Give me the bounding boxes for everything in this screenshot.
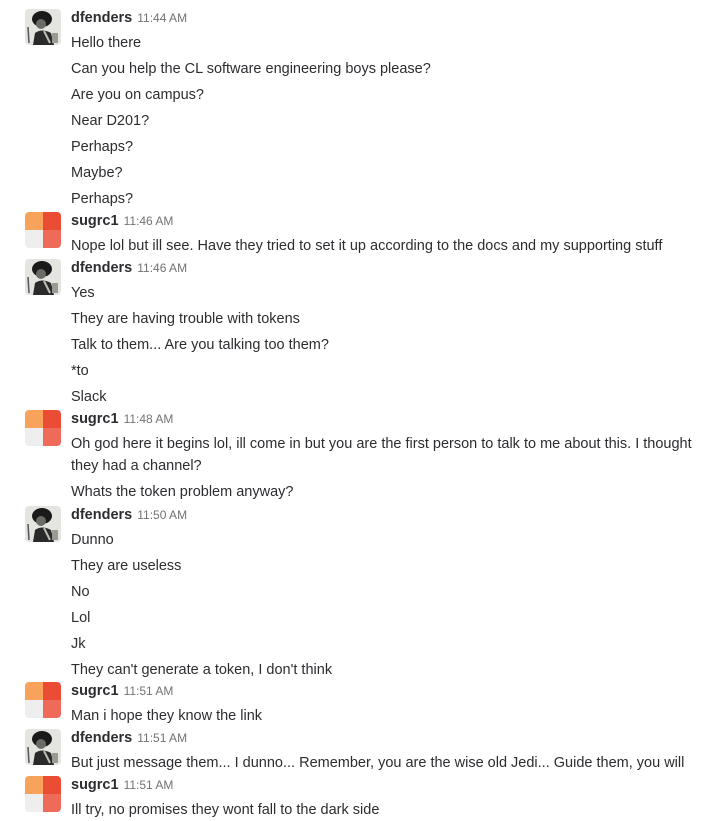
message-text: Lol <box>71 610 91 626</box>
message-text: Whats the token problem anyway? <box>71 484 294 500</box>
message-text: Nope lol but ill see. Have they tried to… <box>71 238 663 254</box>
message-text: Maybe? <box>71 165 123 181</box>
message-text: Dunno <box>71 532 114 548</box>
message-header: sugrc1 11:51 AM <box>71 682 173 700</box>
author-name[interactable]: sugrc1 <box>71 411 119 427</box>
message-text: Talk to them... Are you talking too them… <box>71 337 329 353</box>
message-timestamp[interactable]: 11:50 AM <box>137 508 187 522</box>
message-header: dfenders 11:46 AM <box>71 259 187 277</box>
message-timestamp[interactable]: 11:44 AM <box>137 11 187 25</box>
message-text: Yes <box>71 285 95 301</box>
dfenders-avatar[interactable] <box>25 9 61 45</box>
message-text: They are having trouble with tokens <box>71 311 300 327</box>
message-timestamp[interactable]: 11:51 AM <box>124 778 174 792</box>
message-header: dfenders 11:50 AM <box>71 506 187 524</box>
dfenders-avatar[interactable] <box>25 729 61 765</box>
sugrc1-avatar[interactable] <box>25 682 61 718</box>
message-text: No <box>71 584 90 600</box>
author-name[interactable]: dfenders <box>71 10 132 26</box>
message-header: sugrc1 11:48 AM <box>71 410 173 428</box>
message-text: Near D201? <box>71 113 150 129</box>
message-timestamp[interactable]: 11:48 AM <box>124 412 174 426</box>
message-text: Perhaps? <box>71 191 134 207</box>
message-text: Ill try, no promises they wont fall to t… <box>71 802 380 818</box>
sugrc1-avatar[interactable] <box>25 410 61 446</box>
message-timestamp[interactable]: 11:51 AM <box>137 731 187 745</box>
message-text: *to <box>71 363 89 379</box>
message-text: Oh god here it begins lol, ill come in b… <box>71 436 692 474</box>
message-list: dfenders 11:44 AM Hello there Can you help … <box>0 0 721 821</box>
message-header: sugrc1 11:46 AM <box>71 212 173 230</box>
message-timestamp[interactable]: 11:46 AM <box>124 214 174 228</box>
message-header: dfenders 11:51 AM <box>71 729 187 747</box>
author-name[interactable]: sugrc1 <box>71 777 119 793</box>
message-text: Hello there <box>71 35 142 51</box>
sugrc1-avatar[interactable] <box>25 776 61 812</box>
message-text: Can you help the CL software engineering… <box>71 61 431 77</box>
message-text: Slack <box>71 389 107 405</box>
dfenders-avatar[interactable] <box>25 506 61 542</box>
author-name[interactable]: sugrc1 <box>71 683 119 699</box>
author-name[interactable]: dfenders <box>71 507 132 523</box>
message-timestamp[interactable]: 11:51 AM <box>124 684 174 698</box>
message-text: Perhaps? <box>71 139 134 155</box>
message-text: But just message them... I dunno... Reme… <box>71 755 685 771</box>
message-timestamp[interactable]: 11:46 AM <box>137 261 187 275</box>
author-name[interactable]: sugrc1 <box>71 213 119 229</box>
dfenders-avatar[interactable] <box>25 259 61 295</box>
sugrc1-avatar[interactable] <box>25 212 61 248</box>
message-text: They can't generate a token, I don't thi… <box>71 662 333 678</box>
author-name[interactable]: dfenders <box>71 730 132 746</box>
message-text: Man i hope they know the link <box>71 708 263 724</box>
message-header: dfenders 11:44 AM <box>71 9 187 27</box>
author-name[interactable]: dfenders <box>71 260 132 276</box>
message-text: They are useless <box>71 558 182 574</box>
message-text: Jk <box>71 636 86 652</box>
message-header: sugrc1 11:51 AM <box>71 776 173 794</box>
message-text: Are you on campus? <box>71 87 204 103</box>
